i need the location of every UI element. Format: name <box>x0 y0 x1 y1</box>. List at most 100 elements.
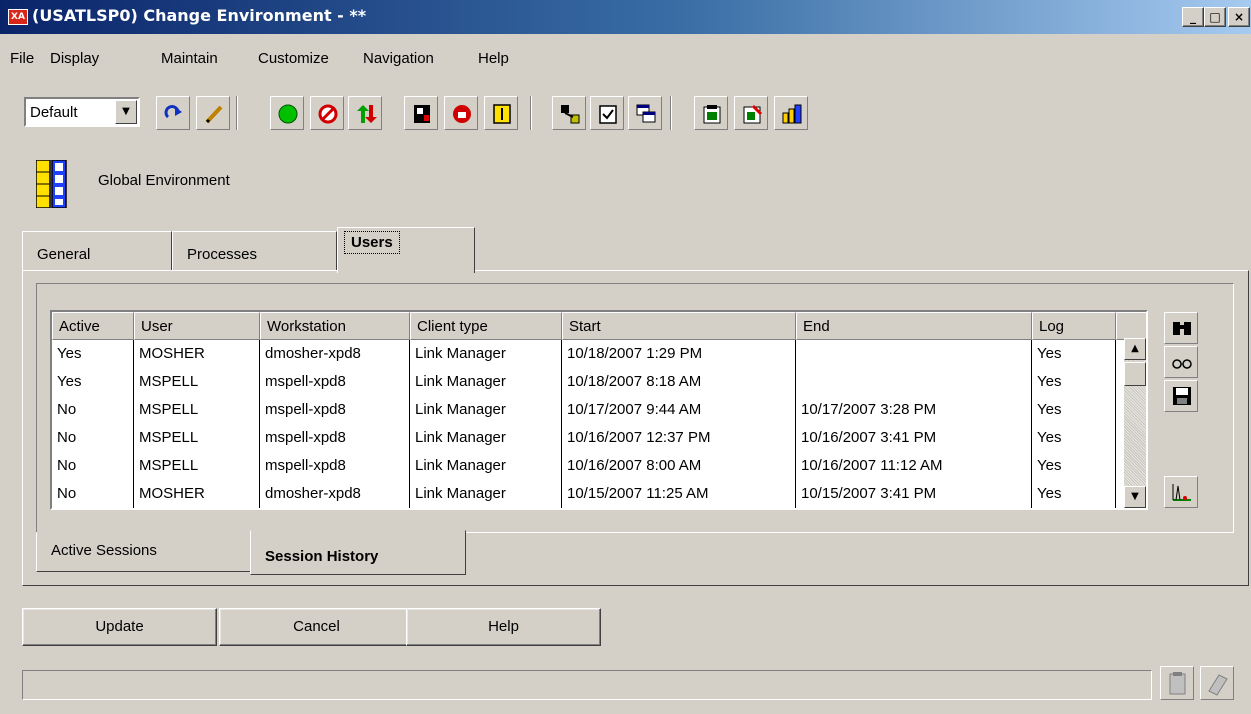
column-header-start[interactable]: Start <box>562 312 796 340</box>
tab-active-sessions[interactable]: Active Sessions <box>36 532 252 572</box>
menu-customize[interactable]: Customize <box>258 50 329 67</box>
menu-navigation[interactable]: Navigation <box>363 50 434 67</box>
cell-client-type: Link Manager <box>410 480 562 508</box>
cell-log: Yes <box>1032 368 1116 396</box>
table-scrollbar[interactable]: ▲ ▼ <box>1124 338 1146 508</box>
cell-workstation: dmosher-xpd8 <box>260 340 410 368</box>
tab-processes[interactable]: Processes <box>172 231 337 271</box>
status-bar <box>22 670 1152 700</box>
cell-workstation: mspell-xpd8 <box>260 368 410 396</box>
global-environment-icon <box>35 159 68 212</box>
tab-users[interactable]: Users <box>337 227 475 273</box>
column-header-user[interactable]: User <box>134 312 260 340</box>
cell-active: No <box>52 424 134 452</box>
update-button[interactable]: Update <box>22 608 217 646</box>
tab-session-history[interactable]: Session History <box>250 530 466 575</box>
title-bar[interactable]: XA (USATLSP0) Change Environment - ** _ … <box>0 0 1251 34</box>
transfer-arrows-icon[interactable] <box>348 96 382 130</box>
document-icon[interactable] <box>484 96 518 130</box>
cell-client-type: Link Manager <box>410 368 562 396</box>
help-button[interactable]: Help <box>406 608 601 646</box>
toolbar-separator <box>530 96 532 130</box>
scroll-up-icon[interactable]: ▲ <box>1124 338 1146 360</box>
users-link-icon[interactable] <box>552 96 586 130</box>
stop-icon[interactable] <box>310 96 344 130</box>
start-green-icon[interactable] <box>270 96 304 130</box>
tab-processes-label: Processes <box>187 246 258 263</box>
checklist-icon[interactable] <box>590 96 624 130</box>
page-title: Global Environment <box>98 172 230 189</box>
report-icon[interactable] <box>694 96 728 130</box>
find-binoculars-icon[interactable] <box>1164 312 1198 344</box>
table-row[interactable]: Yes MSPELL mspell-xpd8 Link Manager 10/18/20… <box>52 368 1120 396</box>
scroll-thumb[interactable] <box>1124 362 1146 386</box>
edit-pencil-icon[interactable] <box>196 96 230 130</box>
menu-display[interactable]: Display <box>50 50 99 67</box>
column-header-client-type[interactable]: Client type <box>410 312 562 340</box>
column-header-log[interactable]: Log <box>1032 312 1116 340</box>
cell-start: 10/17/2007 9:44 AM <box>562 396 796 424</box>
cell-end: 10/16/2007 3:41 PM <box>796 424 1032 452</box>
table-row[interactable]: No MSPELL mspell-xpd8 Link Manager 10/16/200… <box>52 424 1120 452</box>
column-header-end[interactable]: End <box>796 312 1032 340</box>
cell-start: 10/15/2007 11:25 AM <box>562 480 796 508</box>
tab-general[interactable]: General <box>22 231 172 271</box>
tab-session-history-label: Session History <box>265 548 379 565</box>
cell-log: Yes <box>1032 424 1116 452</box>
refresh-icon[interactable] <box>156 96 190 130</box>
table-row[interactable]: No MOSHER dmosher-xpd8 Link Manager 10/15/20… <box>52 480 1120 508</box>
column-header-filler <box>1116 312 1146 340</box>
cell-user: MSPELL <box>134 368 260 396</box>
view-select[interactable]: Default ▼ <box>24 97 140 127</box>
cell-user: MOSHER <box>134 480 260 508</box>
tab-active-sessions-label: Active Sessions <box>51 542 157 559</box>
scroll-down-icon[interactable]: ▼ <box>1124 486 1146 508</box>
eraser-icon[interactable] <box>1200 666 1234 700</box>
cell-end: 10/16/2007 11:12 AM <box>796 452 1032 480</box>
cell-active: Yes <box>52 340 134 368</box>
print-icon[interactable] <box>404 96 438 130</box>
cell-workstation: mspell-xpd8 <box>260 452 410 480</box>
toolbar-separator <box>236 96 238 130</box>
cell-start: 10/16/2007 8:00 AM <box>562 452 796 480</box>
cell-client-type: Link Manager <box>410 340 562 368</box>
cell-end: 10/15/2007 3:41 PM <box>796 480 1032 508</box>
chevron-down-icon[interactable]: ▼ <box>115 100 137 124</box>
chart-icon[interactable] <box>1164 476 1198 508</box>
table-row[interactable]: No MSPELL mspell-xpd8 Link Manager 10/16/200… <box>52 452 1120 480</box>
cell-log: Yes <box>1032 480 1116 508</box>
menu-maintain[interactable]: Maintain <box>161 50 218 67</box>
app-icon[interactable]: XA <box>8 9 28 25</box>
minimize-button[interactable]: _ <box>1182 7 1204 27</box>
table-row[interactable]: No MSPELL mspell-xpd8 Link Manager 10/17/200… <box>52 396 1120 424</box>
cell-workstation: mspell-xpd8 <box>260 396 410 424</box>
menu-help[interactable]: Help <box>478 50 509 67</box>
cell-user: MSPELL <box>134 424 260 452</box>
cell-client-type: Link Manager <box>410 452 562 480</box>
cell-user: MSPELL <box>134 396 260 424</box>
menu-file[interactable]: File <box>10 50 34 67</box>
windows-icon[interactable] <box>628 96 662 130</box>
cell-active: No <box>52 480 134 508</box>
cell-log: Yes <box>1032 340 1116 368</box>
cell-workstation: dmosher-xpd8 <box>260 480 410 508</box>
view-glasses-icon[interactable] <box>1164 346 1198 378</box>
report-edit-icon[interactable] <box>734 96 768 130</box>
cell-user: MSPELL <box>134 452 260 480</box>
cell-start: 10/18/2007 1:29 PM <box>562 340 796 368</box>
maximize-button[interactable]: □ <box>1204 7 1226 27</box>
save-disk-icon[interactable] <box>1164 380 1198 412</box>
close-button[interactable]: × <box>1228 7 1250 27</box>
tab-users-label: Users <box>344 231 400 254</box>
cell-user: MOSHER <box>134 340 260 368</box>
cell-active: No <box>52 452 134 480</box>
cancel-button[interactable]: Cancel <box>219 608 414 646</box>
column-header-workstation[interactable]: Workstation <box>260 312 410 340</box>
sessions-table[interactable]: Active User Workstation Client type Star… <box>50 310 1148 510</box>
lock-record-icon[interactable] <box>444 96 478 130</box>
environment-grid-icon[interactable] <box>774 96 808 130</box>
column-header-active[interactable]: Active <box>52 312 134 340</box>
table-row[interactable]: Yes MOSHER dmosher-xpd8 Link Manager 10/18/2… <box>52 340 1120 368</box>
cell-workstation: mspell-xpd8 <box>260 424 410 452</box>
clipboard-icon[interactable] <box>1160 666 1194 700</box>
